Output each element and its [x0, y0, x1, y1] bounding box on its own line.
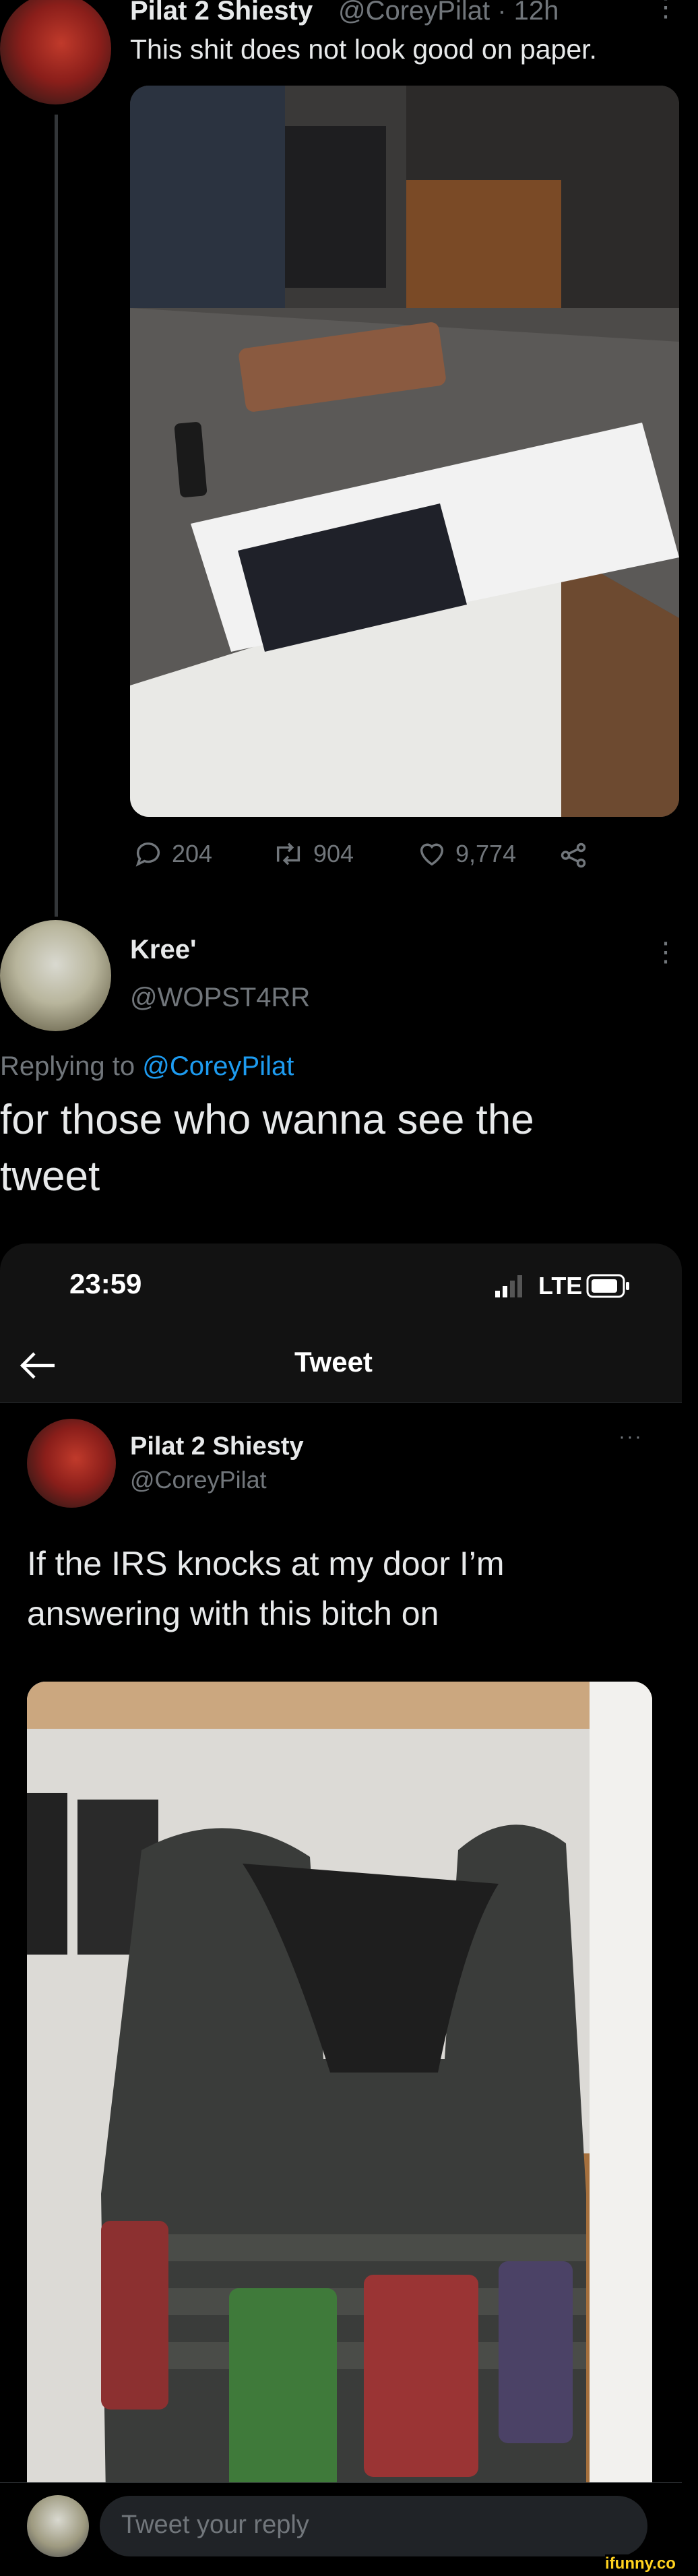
embedded-handle[interactable]: @CoreyPilat	[130, 1466, 267, 1494]
share-icon[interactable]	[558, 840, 589, 874]
reply-handle[interactable]: @WOPST4RR	[130, 983, 310, 1013]
tweet1-photo[interactable]	[130, 86, 679, 817]
thread-line	[55, 115, 58, 917]
ifunny-watermark: ifunny.co	[605, 2554, 676, 2573]
retweet-count: 904	[313, 840, 354, 867]
embedded-tweet-text: If the IRS knocks at my door I’m answeri…	[27, 1545, 505, 1632]
avatar-kree[interactable]	[0, 920, 111, 1031]
vest-photo[interactable]	[27, 1682, 652, 2576]
reply-action[interactable]: 204	[133, 838, 212, 869]
reply-input[interactable]: Tweet your reply	[100, 2496, 647, 2556]
network-label: LTE	[538, 1272, 583, 1299]
vest-image	[27, 1682, 652, 2576]
reply-icon	[135, 842, 160, 867]
embedded-screenshot[interactable]: 23:59 LTE Tweet Pilat 2 Shiesty @CoreyPi…	[0, 1244, 682, 2576]
retweet-icon	[276, 842, 300, 865]
kitchen-photo	[130, 86, 679, 817]
replying-to-line: Replying to @CoreyPilat	[0, 1051, 294, 1082]
avatar-pilat[interactable]	[0, 0, 111, 104]
battery-icon	[586, 1273, 631, 1302]
tweet1-text: This shit does not look good on paper.	[130, 34, 597, 65]
replying-to-label: Replying to	[0, 1051, 135, 1081]
more-icon[interactable]: ⋮	[652, 0, 680, 23]
retweet-action[interactable]: 904	[272, 838, 354, 869]
signal-icon	[495, 1275, 528, 1297]
embedded-author-name[interactable]: Pilat 2 Shiesty	[130, 1432, 304, 1461]
screenshot-header-title: Tweet	[294, 1346, 373, 1378]
like-action[interactable]: 9,774	[416, 838, 516, 869]
reply-author-name[interactable]: Kree'	[130, 935, 196, 965]
more-icon[interactable]: ⋮	[652, 937, 680, 968]
like-count: 9,774	[455, 840, 517, 867]
reply-text: for those who wanna see the tweet	[0, 1097, 534, 1200]
embedded-avatar-pilat[interactable]	[27, 1419, 116, 1508]
tweet1-handle-time[interactable]: @CoreyPilat · 12h	[338, 0, 559, 26]
reply-count: 204	[172, 840, 213, 867]
reply-bar-avatar[interactable]	[27, 2495, 89, 2557]
status-time: 23:59	[69, 1268, 142, 1299]
back-arrow-icon[interactable]	[18, 1350, 57, 1384]
more-icon[interactable]: ···	[618, 1425, 643, 1448]
tweet1-author-name[interactable]: Pilat 2 Shiesty	[130, 0, 313, 26]
like-icon	[420, 843, 444, 866]
reply-input-placeholder: Tweet your reply	[121, 2511, 309, 2539]
replying-to-link[interactable]: @CoreyPilat	[142, 1051, 294, 1081]
